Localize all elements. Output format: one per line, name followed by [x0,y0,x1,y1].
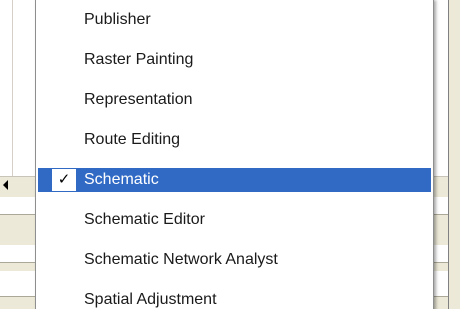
menu-item-label: Schematic Editor [84,211,205,228]
screenshot-stage: Publisher Raster Painting Representation… [0,0,460,309]
menu-item-label: Spatial Adjustment [84,291,217,308]
checkmark-icon: ✓ [57,171,71,188]
menu-item-representation[interactable]: Representation [38,88,431,112]
menu-item-publisher[interactable]: Publisher [38,8,431,32]
background-window-frame [448,0,460,309]
menu-item-schematic-network-analyst[interactable]: Schematic Network Analyst [38,248,431,272]
menu-item-label: Route Editing [84,131,181,148]
toolbar-dropdown-menu: Publisher Raster Painting Representation… [35,0,434,309]
menu-item-label: Raster Painting [84,51,194,68]
menu-item-schematic-editor[interactable]: Schematic Editor [38,208,431,232]
menu-item-spatial-adjustment[interactable]: Spatial Adjustment [38,288,431,309]
menu-item-label: Schematic Network Analyst [84,251,278,268]
menu-item-route-editing[interactable]: Route Editing [38,128,431,152]
menu-item-raster-painting[interactable]: Raster Painting [38,48,431,72]
menu-item-label: Schematic [84,171,159,188]
menu-item-schematic[interactable]: ✓ Schematic [38,168,431,192]
scroll-left-arrow-icon[interactable] [3,180,8,190]
menu-item-label: Publisher [84,11,151,28]
menu-item-label: Representation [84,91,193,108]
